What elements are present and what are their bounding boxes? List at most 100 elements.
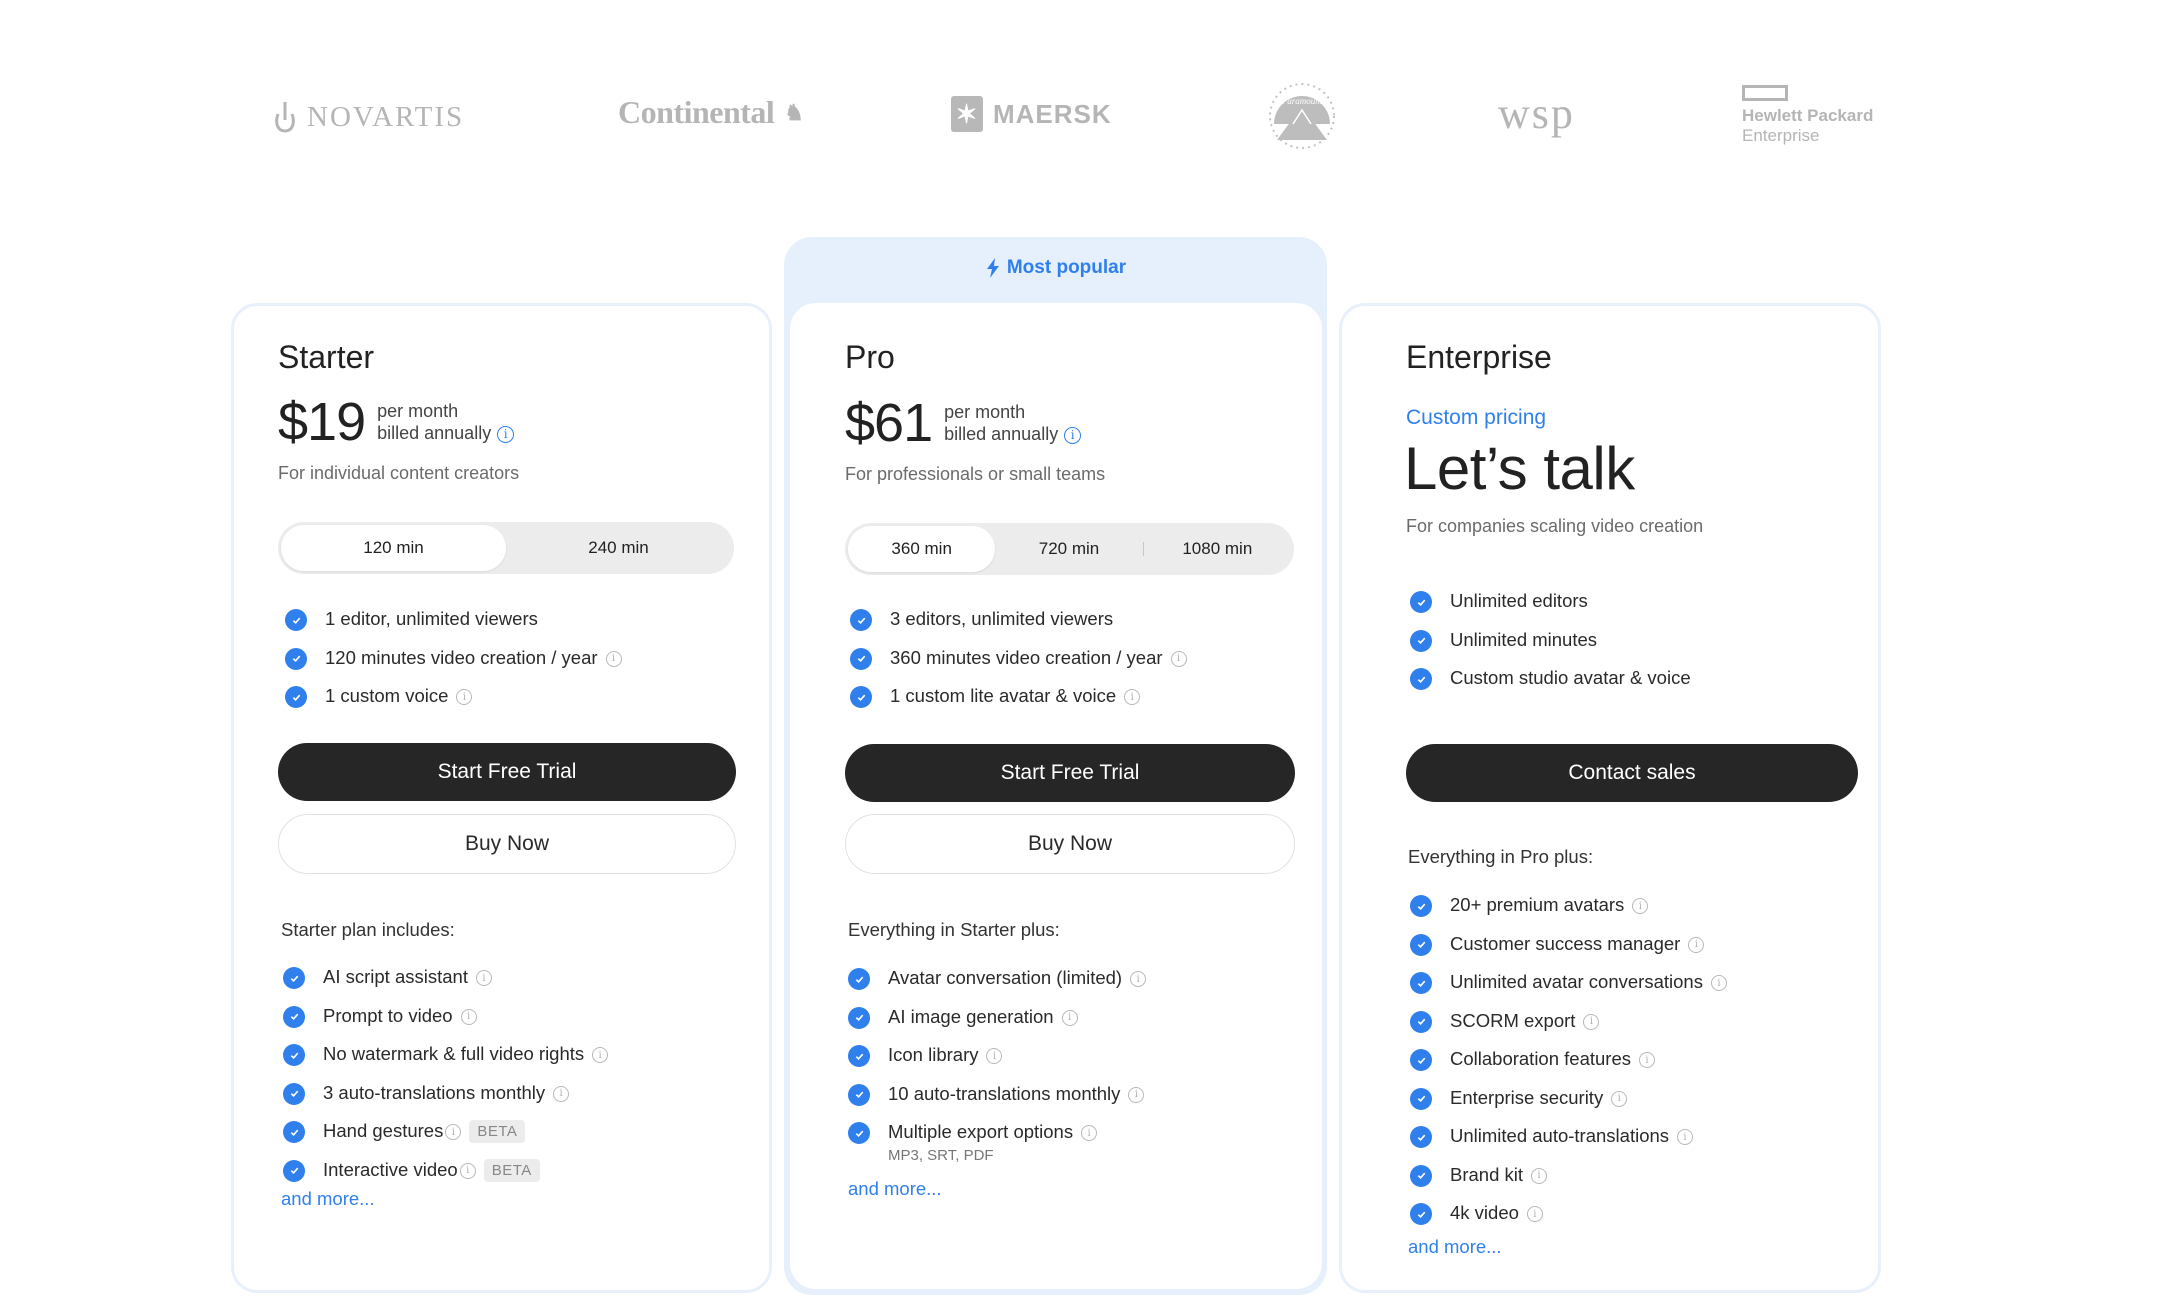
check-icon bbox=[1410, 1203, 1432, 1225]
list-item: AI script assistant i bbox=[283, 966, 608, 1005]
price-period: per month bbox=[944, 402, 1026, 422]
info-icon[interactable]: i bbox=[1124, 689, 1141, 705]
info-icon[interactable]: i bbox=[1639, 1052, 1655, 1068]
contact-sales-button[interactable]: Contact sales bbox=[1406, 744, 1858, 802]
plan-price: $19 bbox=[278, 392, 366, 452]
check-icon bbox=[1410, 972, 1432, 994]
list-item: Custom studio avatar & voice bbox=[1410, 667, 1691, 706]
check-icon bbox=[850, 647, 872, 670]
list-item: SCORM export i bbox=[1410, 1010, 1727, 1049]
list-item: 1 custom lite avatar & voice i bbox=[850, 685, 1187, 724]
info-icon[interactable]: i bbox=[1061, 1009, 1078, 1026]
check-icon bbox=[1410, 1126, 1432, 1148]
list-item: 4k video i bbox=[1410, 1202, 1727, 1241]
info-icon[interactable]: i bbox=[456, 689, 473, 705]
customer-logos: NOVARTIS Continental ♞ ✶ MAERSK Paramoun… bbox=[0, 70, 2174, 160]
list-item: 10 auto-translations monthly i bbox=[848, 1083, 1146, 1122]
and-more-link[interactable]: and more... bbox=[281, 1188, 375, 1210]
list-item: Enterprise security i bbox=[1410, 1087, 1727, 1126]
info-icon[interactable]: i bbox=[1064, 426, 1082, 444]
info-icon[interactable]: i bbox=[445, 1124, 462, 1140]
svg-text:Paramount: Paramount bbox=[1281, 96, 1323, 106]
check-icon bbox=[1410, 1087, 1432, 1110]
info-icon[interactable]: i bbox=[475, 970, 492, 986]
check-icon bbox=[1410, 1164, 1432, 1187]
toggle-option-720[interactable]: 720 min bbox=[995, 526, 1142, 572]
plan-description: For professionals or small teams bbox=[845, 464, 1106, 484]
info-icon[interactable]: i bbox=[1611, 1090, 1628, 1107]
info-icon[interactable]: i bbox=[1710, 975, 1727, 991]
info-icon[interactable]: i bbox=[605, 650, 622, 667]
price-row: $61 per month billed annually i bbox=[845, 393, 1082, 453]
logo-continental: Continental ♞ bbox=[618, 94, 804, 131]
info-icon[interactable]: i bbox=[1170, 650, 1187, 667]
list-item: Unlimited editors bbox=[1410, 590, 1691, 629]
info-icon[interactable]: i bbox=[1583, 1013, 1600, 1030]
list-item: Brand kit i bbox=[1410, 1164, 1727, 1203]
list-item: Unlimited avatar conversations i bbox=[1410, 971, 1727, 1010]
info-icon[interactable]: i bbox=[553, 1085, 570, 1102]
list-item: Customer success manager i bbox=[1410, 933, 1727, 972]
toggle-option-360[interactable]: 360 min bbox=[848, 526, 996, 572]
list-item: AI image generation i bbox=[848, 1006, 1146, 1045]
list-item: 3 auto-translations monthly i bbox=[283, 1082, 608, 1121]
minutes-toggle[interactable]: 360 min 720 min 1080 min bbox=[845, 523, 1294, 575]
start-free-trial-button[interactable]: Start Free Trial bbox=[845, 744, 1295, 802]
price-period: per month bbox=[377, 401, 459, 421]
and-more-link[interactable]: and more... bbox=[1408, 1236, 1502, 1258]
toggle-option-240[interactable]: 240 min bbox=[506, 525, 731, 571]
includes-label: Starter plan includes: bbox=[281, 919, 455, 940]
includes-label: Everything in Pro plus: bbox=[1408, 846, 1594, 867]
list-item: Avatar conversation (limited) i bbox=[848, 967, 1147, 1006]
beta-badge: BETA bbox=[469, 1120, 526, 1143]
toggle-option-120[interactable]: 120 min bbox=[281, 525, 506, 571]
logo-text: MAERSK bbox=[993, 98, 1112, 129]
list-item: 20+ premium avatars i bbox=[1410, 894, 1727, 933]
info-icon[interactable]: i bbox=[497, 425, 515, 443]
info-icon[interactable]: i bbox=[459, 1162, 476, 1179]
check-icon bbox=[283, 1005, 305, 1028]
check-icon bbox=[1410, 591, 1432, 613]
check-icon bbox=[850, 609, 872, 631]
info-icon[interactable]: i bbox=[460, 1008, 477, 1025]
and-more-link[interactable]: and more... bbox=[848, 1178, 942, 1200]
logo-maersk: ✶ MAERSK bbox=[951, 96, 1112, 132]
info-icon[interactable]: i bbox=[1130, 971, 1147, 987]
check-icon bbox=[1410, 1049, 1432, 1071]
star-icon: ✶ bbox=[951, 96, 983, 132]
list-item: Collaboration features i bbox=[1410, 1048, 1727, 1087]
plan-description: For individual content creators bbox=[278, 463, 520, 483]
most-popular-badge: Most popular bbox=[784, 257, 1327, 279]
info-icon[interactable]: i bbox=[1677, 1129, 1694, 1145]
minutes-toggle[interactable]: 120 min 240 min bbox=[278, 522, 734, 574]
list-item: 360 minutes video creation / year i bbox=[850, 647, 1187, 686]
list-item: 120 minutes video creation / year i bbox=[285, 647, 622, 686]
info-icon[interactable]: i bbox=[986, 1048, 1003, 1064]
info-icon[interactable]: i bbox=[592, 1047, 609, 1063]
enterprise-headline: Let’s talk bbox=[1404, 435, 1635, 502]
features-list: 20+ premium avatars i Customer success ma… bbox=[1410, 894, 1727, 1241]
check-icon bbox=[285, 647, 307, 670]
toggle-option-1080[interactable]: 1080 min bbox=[1144, 526, 1291, 572]
buy-now-button[interactable]: Buy Now bbox=[278, 814, 736, 874]
start-free-trial-button[interactable]: Start Free Trial bbox=[278, 743, 736, 801]
check-icon bbox=[1410, 895, 1432, 917]
info-icon[interactable]: i bbox=[1128, 1086, 1145, 1103]
logo-text: Hewlett Packard bbox=[1742, 106, 1874, 125]
info-icon[interactable]: i bbox=[1526, 1206, 1543, 1222]
info-icon[interactable]: i bbox=[1531, 1167, 1548, 1184]
check-icon bbox=[283, 967, 305, 989]
horse-icon: ♞ bbox=[784, 99, 804, 125]
price-meta: per month billed annually i bbox=[377, 400, 515, 444]
check-icon bbox=[848, 1122, 870, 1144]
check-icon bbox=[283, 1082, 305, 1105]
plan-card-pro: Pro $61 per month billed annually i For p… bbox=[790, 303, 1322, 1289]
includes-label: Everything in Starter plus: bbox=[848, 919, 1060, 940]
info-icon[interactable]: i bbox=[1688, 936, 1705, 953]
buy-now-button[interactable]: Buy Now bbox=[845, 814, 1295, 874]
price-meta: per month billed annually i bbox=[944, 401, 1082, 445]
info-icon[interactable]: i bbox=[1632, 898, 1649, 914]
check-icon bbox=[283, 1044, 305, 1066]
info-icon[interactable]: i bbox=[1081, 1125, 1098, 1141]
list-item: Prompt to video i bbox=[283, 1005, 608, 1044]
